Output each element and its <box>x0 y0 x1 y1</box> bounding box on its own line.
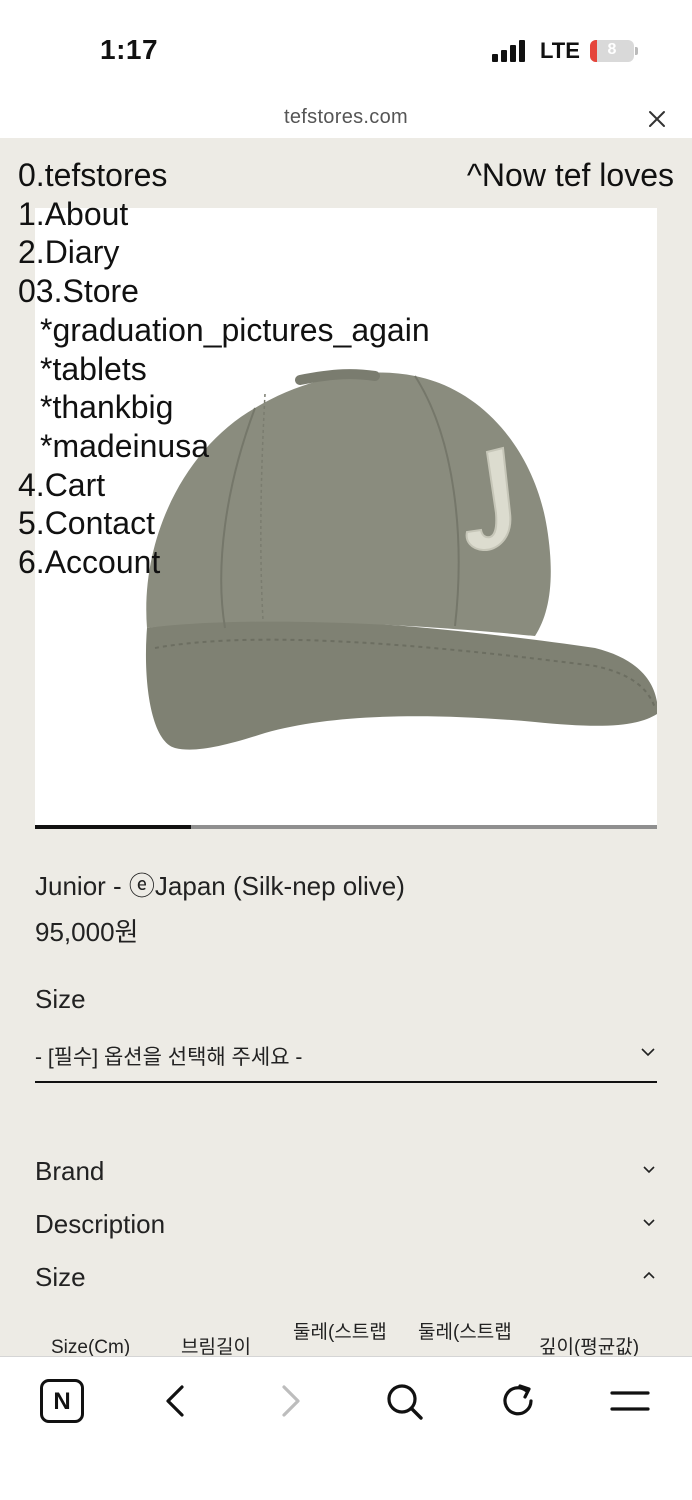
nav-item-about[interactable]: 1.About <box>18 195 430 234</box>
carousel-progress-thumb <box>35 825 191 829</box>
status-bar: 1:17 LTE 8 <box>0 0 692 100</box>
size-table-col-circumference-1: 둘레(스트랩 <box>293 1322 387 1343</box>
status-time: 1:17 <box>100 34 159 65</box>
nav-item-diary[interactable]: 2.Diary <box>18 233 430 272</box>
battery-icon: 8 <box>590 40 634 62</box>
size-table-col-brim: 브림길이 <box>181 1337 251 1356</box>
size-select[interactable]: - [필수] 옵션을 선택해 주세요 - <box>35 1031 657 1083</box>
chevron-down-icon <box>641 1048 655 1057</box>
battery-tip <box>635 47 638 55</box>
battery-level: 8 <box>607 41 617 58</box>
nav-subitem-tablets[interactable]: *tablets <box>18 350 430 389</box>
chevron-down-icon <box>643 1219 655 1227</box>
signal-icon <box>492 40 528 62</box>
size-select-value[interactable]: - [필수] 옵션을 선택해 주세요 - <box>35 1041 302 1071</box>
nav-subitem-thankbig[interactable]: *thankbig <box>18 388 430 427</box>
nav-item-contact[interactable]: 5.Contact <box>18 504 430 543</box>
size-table-col-size: Size(Cm) <box>51 1337 131 1356</box>
close-icon[interactable] <box>646 108 668 130</box>
size-option-label: Size <box>35 984 86 1014</box>
accordion-brand[interactable]: Brand <box>35 1156 657 1196</box>
size-table-header: Size(Cm) 브림길이 둘레(스트랩 둘레(스트랩 깊이(평균값) <box>35 1318 657 1356</box>
url-text[interactable]: tefstores.com <box>0 106 692 129</box>
chevron-up-icon <box>643 1271 655 1279</box>
page-content: 0.tefstores 1.About 2.Diary 03.Store *gr… <box>0 138 692 1356</box>
nav-item-cart[interactable]: 4.Cart <box>18 466 430 505</box>
url-bar[interactable]: tefstores.com <box>0 100 692 138</box>
now-tef-loves-link[interactable]: ^Now tef loves <box>467 156 674 195</box>
accordion-description[interactable]: Description <box>35 1209 657 1249</box>
nav-item-tefstores[interactable]: 0.tefstores <box>18 156 430 195</box>
product-title: Junior - ⓔJapan (Silk-nep olive) <box>35 871 405 901</box>
chevron-down-icon <box>643 1166 655 1174</box>
accordion-description-label[interactable]: Description <box>35 1209 165 1240</box>
site-nav: 0.tefstores 1.About 2.Diary 03.Store *gr… <box>18 156 430 582</box>
naver-home-letter: N <box>53 1388 71 1415</box>
nav-item-store[interactable]: 03.Store <box>18 272 430 311</box>
reload-icon[interactable] <box>496 1379 540 1423</box>
product-price: 95,000원 <box>35 917 139 947</box>
carousel-progress <box>35 825 657 829</box>
accordion-size-label[interactable]: Size <box>35 1262 86 1293</box>
size-table-col-depth: 깊이(평균값) <box>539 1337 640 1356</box>
search-icon[interactable] <box>382 1379 426 1423</box>
size-table-col-circumference-2: 둘레(스트랩 <box>418 1322 512 1343</box>
nav-subitem-madeinusa[interactable]: *madeinusa <box>18 427 430 466</box>
accordion-size[interactable]: Size <box>35 1262 657 1302</box>
nav-subitem-graduation[interactable]: *graduation_pictures_again <box>18 311 430 350</box>
nav-item-account[interactable]: 6.Account <box>18 543 430 582</box>
naver-home-icon[interactable]: N <box>40 1379 84 1423</box>
menu-icon[interactable] <box>608 1379 652 1423</box>
back-icon[interactable] <box>154 1379 198 1423</box>
accordion-brand-label[interactable]: Brand <box>35 1156 104 1187</box>
browser-toolbar: N <box>0 1356 692 1500</box>
forward-icon[interactable] <box>268 1379 312 1423</box>
network-type: LTE <box>540 38 580 63</box>
